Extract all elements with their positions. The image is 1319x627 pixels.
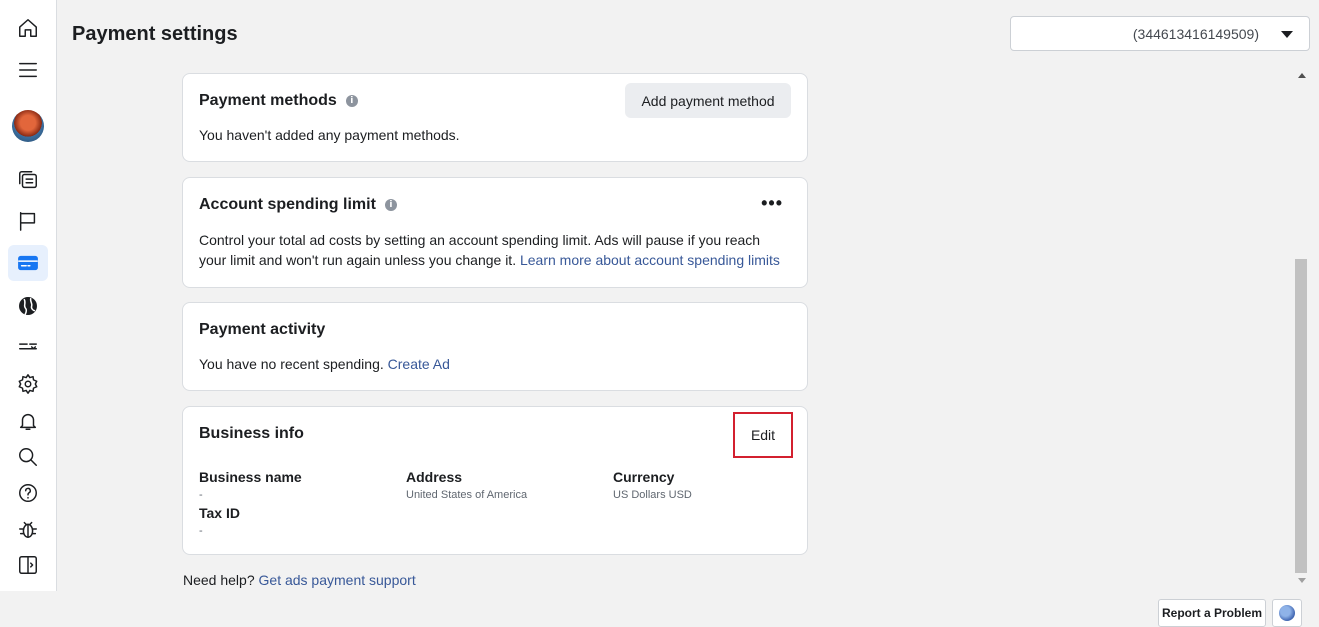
more-options-button[interactable]: ••• (761, 194, 783, 212)
payment-methods-empty-text: You haven't added any payment methods. (199, 127, 460, 143)
globe-icon (1279, 605, 1295, 621)
tools-icon[interactable] (8, 328, 48, 364)
currency-label: Currency (613, 469, 675, 485)
payment-activity-text: You have no recent spending. Create Ad (199, 354, 450, 374)
info-icon[interactable]: i (345, 95, 358, 107)
ad-account-selector[interactable]: (344613416149509) (1010, 16, 1310, 51)
home-icon[interactable] (8, 10, 48, 46)
spending-limit-text-2: your limit and won't run again unless yo… (199, 252, 517, 268)
business-info-title: Business info (199, 425, 304, 442)
tax-id-value: - (199, 525, 203, 537)
need-help-label: Need help? (183, 572, 255, 588)
edit-business-info-button[interactable]: Edit (733, 412, 793, 458)
spending-limit-title: Account spending limit i (199, 196, 397, 214)
notifications-bell-icon[interactable] (8, 403, 48, 439)
spending-limit-title-text: Account spending limit (199, 196, 376, 213)
payment-activity-card: Payment activity You have no recent spen… (182, 302, 808, 391)
payment-methods-title: Payment methods i (199, 92, 358, 110)
language-globe-button[interactable] (1272, 599, 1302, 627)
scroll-up-arrow-icon[interactable] (1298, 73, 1306, 78)
avatar[interactable] (12, 110, 44, 142)
spending-limit-description: Control your total ad costs by setting a… (199, 230, 799, 270)
no-spending-text: You have no recent spending. (199, 356, 384, 372)
flag-icon[interactable] (8, 203, 48, 239)
globe-icon[interactable] (8, 288, 48, 324)
bug-report-icon[interactable] (8, 511, 48, 547)
help-text: Need help? Get ads payment support (183, 572, 416, 588)
payment-activity-title: Payment activity (199, 321, 326, 338)
settings-gear-icon[interactable] (8, 366, 48, 402)
page-title: Payment settings (72, 23, 238, 45)
pages-icon[interactable] (8, 162, 48, 198)
create-ad-link[interactable]: Create Ad (388, 356, 450, 372)
ads-payment-support-link[interactable]: Get ads payment support (259, 572, 416, 588)
scroll-down-arrow-icon[interactable] (1298, 578, 1306, 583)
report-a-problem-button[interactable]: Report a Problem (1158, 599, 1266, 627)
business-name-value: - (199, 489, 203, 501)
info-icon[interactable]: i (384, 199, 397, 211)
scrollbar[interactable] (1294, 68, 1308, 591)
payment-methods-title-text: Payment methods (199, 92, 337, 109)
ad-account-id: (344613416149509) (1132, 26, 1259, 42)
business-info-card: Business info Edit Business name - Addre… (182, 406, 808, 555)
left-navigation-rail (0, 0, 57, 591)
search-icon[interactable] (8, 439, 48, 475)
address-value: United States of America (406, 489, 528, 501)
add-payment-method-button[interactable]: Add payment method (625, 83, 791, 118)
menu-icon[interactable] (8, 52, 48, 88)
help-icon[interactable] (8, 475, 48, 511)
learn-more-spending-limits-link[interactable]: Learn more about account spending limits (520, 252, 780, 268)
payment-methods-card: Payment methods i Add payment method You… (182, 73, 808, 162)
address-label: Address (406, 469, 463, 485)
tax-id-label: Tax ID (199, 505, 240, 521)
currency-value: US Dollars USD (613, 489, 692, 501)
billing-card-icon[interactable] (8, 245, 48, 281)
sidebar-toggle-icon[interactable] (8, 547, 48, 583)
chevron-down-icon (1281, 31, 1293, 38)
scrollbar-thumb[interactable] (1295, 259, 1307, 573)
business-name-label: Business name (199, 469, 302, 485)
bottom-bar (0, 591, 1319, 627)
account-spending-limit-card: Account spending limit i ••• Control you… (182, 177, 808, 288)
spending-limit-text-1: Control your total ad costs by setting a… (199, 232, 761, 248)
